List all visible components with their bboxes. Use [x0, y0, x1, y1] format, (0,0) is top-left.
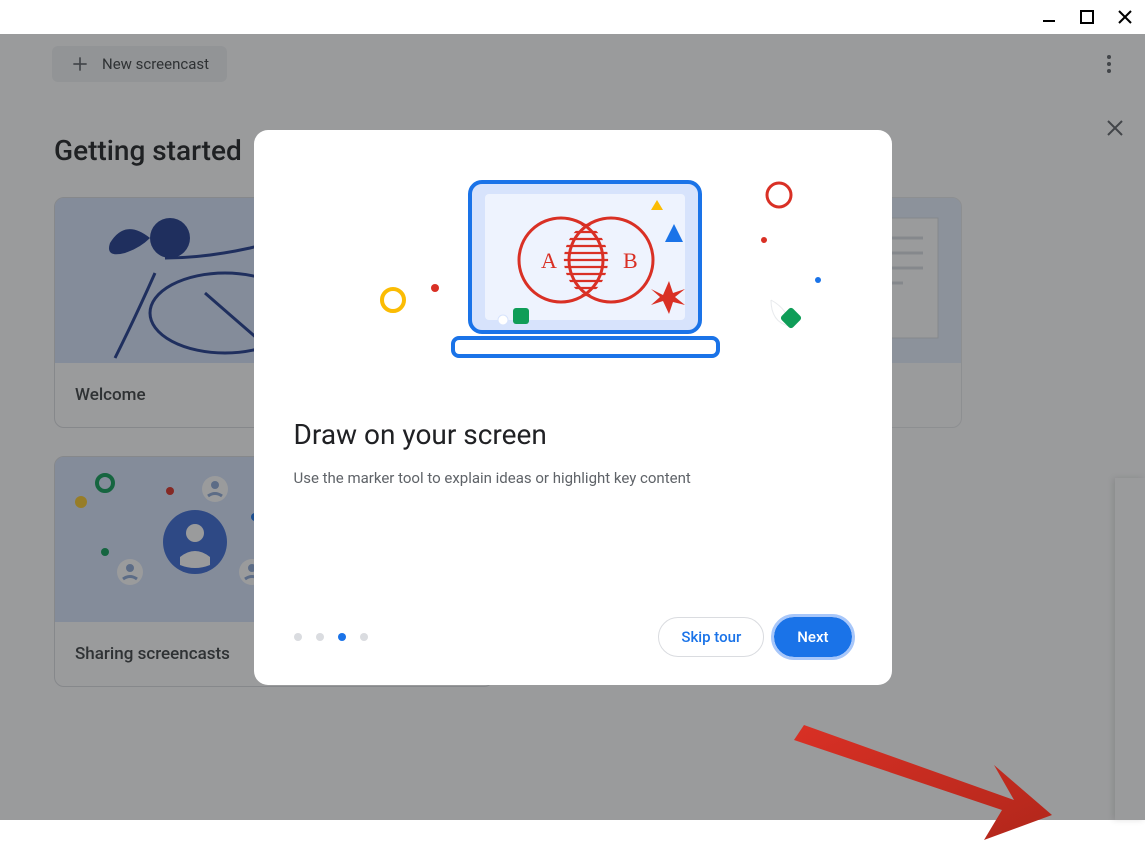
dialog-footer: Skip tour Next [294, 617, 852, 657]
annotation-arrow [784, 705, 1064, 855]
close-window-icon[interactable] [1115, 7, 1135, 27]
onboarding-dialog: A B Draw on your screen Use the marker t… [254, 130, 892, 685]
modal-scrim: A B Draw on your screen Use the marker t… [0, 34, 1145, 820]
step-dot [316, 633, 324, 641]
step-dot-active [338, 633, 346, 641]
skip-tour-button[interactable]: Skip tour [658, 617, 764, 657]
venn-label-a: A [541, 248, 557, 273]
dialog-title: Draw on your screen [294, 418, 852, 451]
maximize-icon[interactable] [1077, 7, 1097, 27]
minimize-icon[interactable] [1039, 7, 1059, 27]
venn-label-b: B [623, 248, 638, 273]
window-titlebar [0, 0, 1145, 34]
dialog-body: Use the marker tool to explain ideas or … [294, 469, 852, 487]
step-dot [294, 633, 302, 641]
step-dot [360, 633, 368, 641]
dialog-illustration: A B [294, 170, 852, 380]
next-button[interactable]: Next [774, 617, 851, 657]
step-indicator [294, 633, 368, 641]
